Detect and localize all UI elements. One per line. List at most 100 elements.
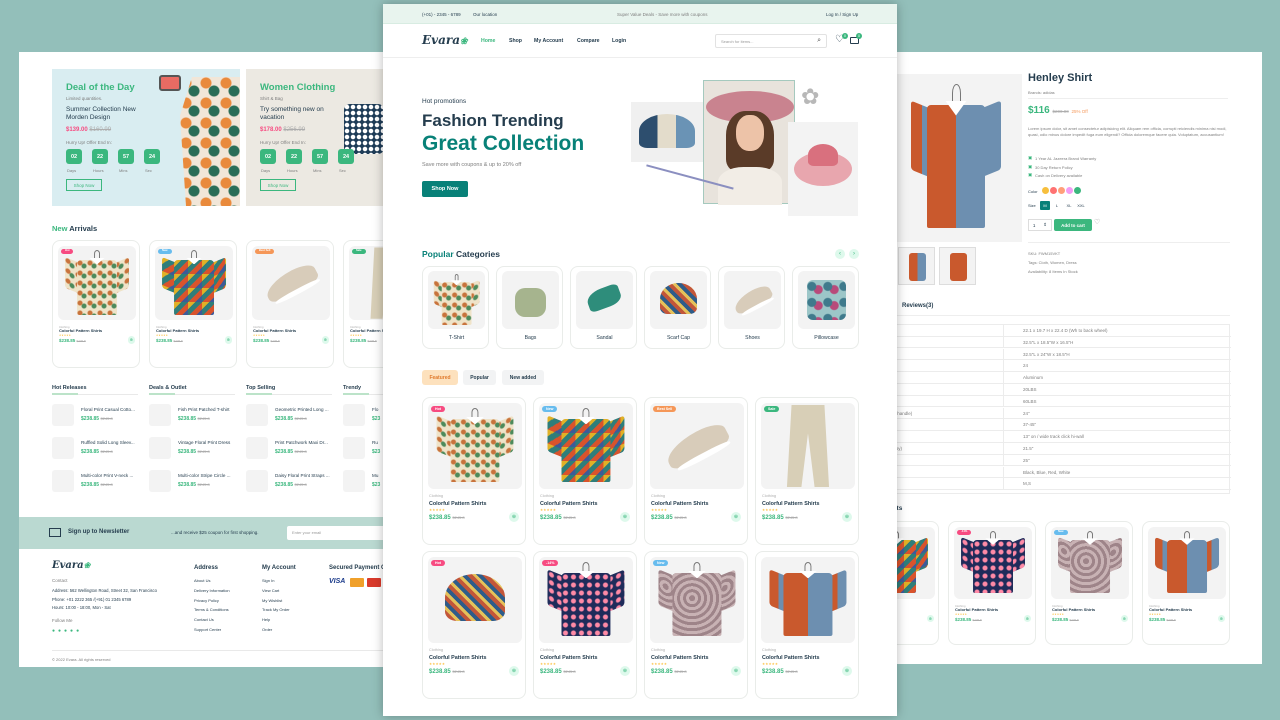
list-thumb[interactable] [343,470,365,492]
list-item-name[interactable]: Fish Print Patched T-shirt [178,407,238,412]
related-card-3[interactable]: Clothing Colorful Pattern Shirts ★★★★★ $238… [1142,521,1230,645]
category-card-shoes[interactable]: Shoes [718,266,785,349]
product-name[interactable]: Colorful Pattern Shirts [540,655,598,661]
product-name[interactable]: Colorful Pattern Shirts [1052,607,1095,612]
add-cart-icon[interactable]: ⊕ [926,614,934,623]
nav-item-home[interactable]: Home [481,38,495,44]
add-cart-icon[interactable]: ⊕ [1023,614,1031,623]
thumb-1[interactable] [898,247,935,285]
color-swatch-4[interactable] [1074,187,1081,194]
login-signup-link[interactable]: Log In / Sign Up [826,12,858,17]
social-icons[interactable]: ●●●●● [52,628,82,634]
nav-item-login[interactable]: Login [612,38,626,44]
arrival-card-1[interactable]: New Clothing Colorful Pattern Shirts ★★★★★ $… [149,240,237,368]
list-item-name[interactable]: Ruffled Solid Long Sleev... [81,440,141,445]
color-swatch-1[interactable] [1050,187,1057,194]
category-card-t-shirt[interactable]: T-Shirt [422,266,489,349]
search-box[interactable]: Search for items... ⌕ [715,34,827,48]
related-card-1[interactable]: -14% Clothing Colorful Pattern Shirts ★★★★★… [948,521,1036,645]
product-image[interactable] [761,557,855,643]
product-image[interactable] [650,557,744,643]
list-thumb[interactable] [52,470,74,492]
size-option-m[interactable]: M [1040,201,1050,210]
product-card-0[interactable]: Hot Clothing Colorful Pattern Shirts ★★★★★ $… [422,397,526,545]
add-cart-icon[interactable]: ⊕ [509,511,519,522]
product-name[interactable]: Colorful Pattern Shirts [651,655,709,661]
product-image[interactable] [58,246,136,321]
product-image[interactable] [954,527,1032,599]
list-item-name[interactable]: Multi-color Stripe Circle ... [178,473,238,478]
product-image[interactable] [650,403,744,489]
category-card-scarf-cap[interactable]: Scarf Cap [644,266,711,349]
cat-prev-button[interactable]: ‹ [835,249,845,259]
qty-input[interactable]: 1 ⇕ [1028,219,1052,231]
color-swatch-3[interactable] [1066,187,1073,194]
add-cart-icon[interactable]: ⊕ [224,336,232,344]
product-name[interactable]: Colorful Pattern Shirts [253,328,296,333]
category-card-sandal[interactable]: Sandal [570,266,637,349]
footer-link-4[interactable]: Help [262,617,270,622]
list-thumb[interactable] [52,437,74,459]
women-shop-button[interactable]: Shop Now [260,179,296,191]
size-option-l[interactable]: L [1052,201,1062,210]
footer-link-0[interactable]: Sign In [262,578,274,583]
hero-shop-button[interactable]: Shop Now [422,181,468,197]
footer-link-1[interactable]: Delivery Information [194,588,230,593]
tab-new-added[interactable]: New added [502,370,544,385]
list-item-name[interactable]: Floral Print Casual Cotto... [81,407,141,412]
footer-link-3[interactable]: Terms & Conditions [194,607,229,612]
product-name[interactable]: Colorful Pattern Shirts [762,655,820,661]
footer-link-4[interactable]: Contact Us [194,617,214,622]
product-image[interactable] [428,403,522,489]
footer-link-0[interactable]: About Us [194,578,210,583]
list-item-name[interactable]: Multi-color Print V-neck ... [81,473,141,478]
product-name[interactable]: Colorful Pattern Shirts [429,655,487,661]
list-item-name[interactable]: Daisy Floral Print Straps ... [275,473,335,478]
list-thumb[interactable] [246,470,268,492]
color-swatch-0[interactable] [1042,187,1049,194]
product-image[interactable] [761,403,855,489]
category-card-bags[interactable]: Bags [496,266,563,349]
list-item-name[interactable]: Vintage Floral Print Dress [178,440,238,445]
product-name[interactable]: Colorful Pattern Shirts [429,501,487,507]
topbar-location[interactable]: Our location [473,12,497,17]
product-image[interactable] [1051,527,1129,599]
footer-link-2[interactable]: My Wishlist [262,598,282,603]
deal-shop-button[interactable]: Shop Now [66,179,102,191]
product-image[interactable] [539,557,633,643]
tab-popular[interactable]: Popular [463,370,496,385]
product-card-6[interactable]: New Clothing Colorful Pattern Shirts ★★★★★ $… [644,551,748,699]
product-card-1[interactable]: New Clothing Colorful Pattern Shirts ★★★★★ $… [533,397,637,545]
category-card-pillowcase[interactable]: Pillowcase [792,266,859,349]
list-thumb[interactable] [246,404,268,426]
product-image[interactable] [428,557,522,643]
add-cart-icon[interactable]: ⊕ [321,336,329,344]
product-name[interactable]: Colorful Pattern Shirts [1149,607,1192,612]
add-cart-icon[interactable]: ⊕ [731,511,741,522]
thumb-2[interactable] [939,247,976,285]
list-item-name[interactable]: Ru [372,440,382,445]
list-thumb[interactable] [149,404,171,426]
nav-item-shop[interactable]: Shop [509,38,522,44]
wishlist-heart-icon[interactable]: ♡ [1094,218,1100,226]
add-cart-icon[interactable]: ⊕ [731,665,741,676]
product-card-3[interactable]: Sale Clothing Colorful Pattern Shirts ★★★★★… [755,397,859,545]
footer-link-3[interactable]: Track My Order [262,607,290,612]
list-item-name[interactable]: Geometric Printed Long ... [275,407,335,412]
add-to-cart-button[interactable]: Add to cart [1054,219,1092,231]
add-cart-icon[interactable]: ⊕ [509,665,519,676]
add-cart-icon[interactable]: ⊕ [1120,614,1128,623]
size-option-xxl[interactable]: XXL [1076,201,1086,210]
list-thumb[interactable] [149,437,171,459]
product-image[interactable] [1148,527,1226,599]
arrival-card-0[interactable]: Hot Clothing Colorful Pattern Shirts ★★★★★ $… [52,240,140,368]
add-cart-icon[interactable]: ⊕ [842,511,852,522]
tab-featured[interactable]: Featured [422,370,458,385]
list-thumb[interactable] [52,404,74,426]
nav-item-compare[interactable]: Compare [577,38,600,44]
cat-next-button[interactable]: › [849,249,859,259]
footer-link-1[interactable]: View Cart [262,588,279,593]
add-cart-icon[interactable]: ⊕ [842,665,852,676]
color-swatch-2[interactable] [1058,187,1065,194]
product-name[interactable]: Colorful Pattern Shirts [156,328,199,333]
